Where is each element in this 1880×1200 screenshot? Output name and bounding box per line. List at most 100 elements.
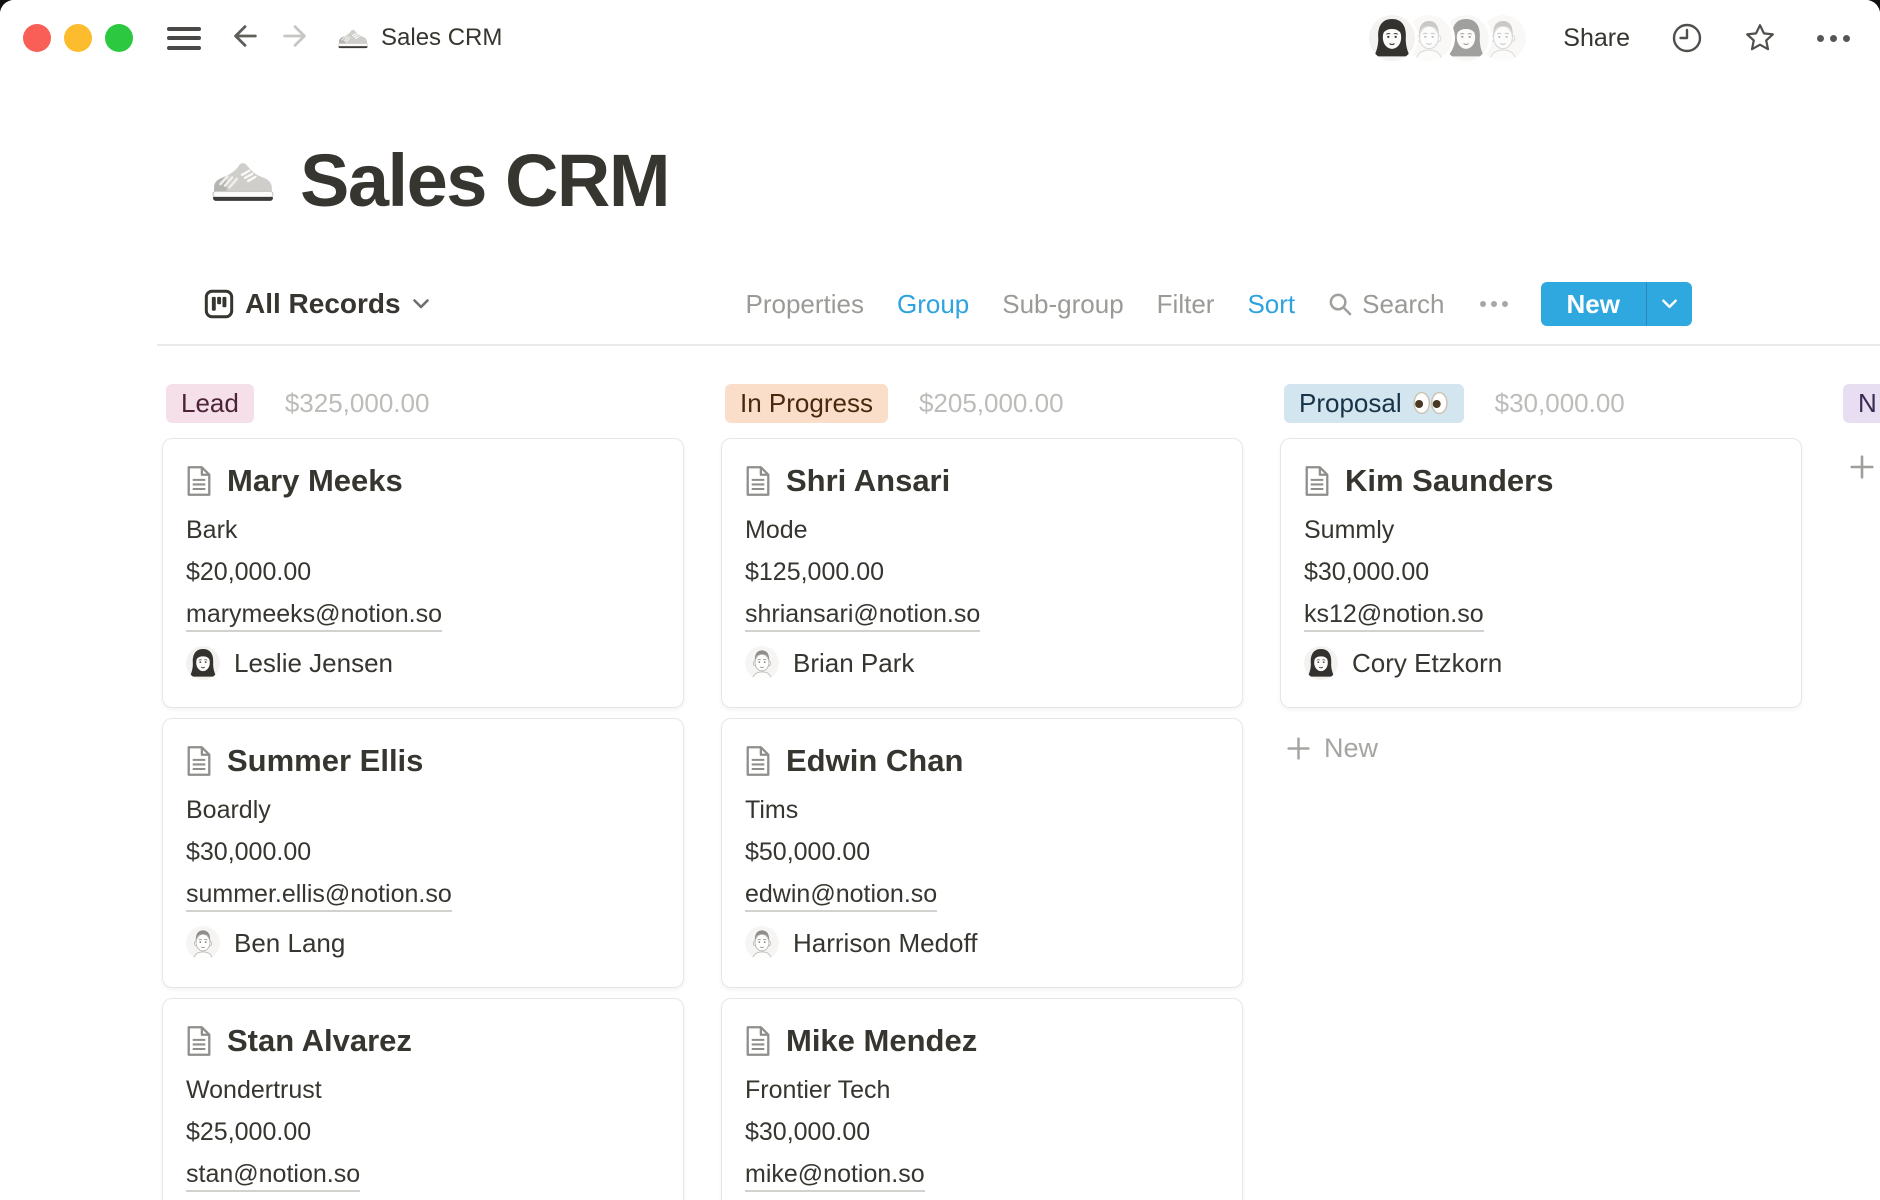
- male-avatar: [745, 926, 779, 960]
- subgroup-button[interactable]: Sub-group: [1002, 289, 1123, 320]
- plus-icon: [1849, 454, 1875, 480]
- record-card[interactable]: Stan Alvarez Wondertrust $25,000.00 stan…: [162, 998, 684, 1200]
- status-badge[interactable]: In Progress: [725, 384, 888, 423]
- company-field: Summly: [1304, 515, 1778, 545]
- amount-field: $25,000.00: [186, 1117, 660, 1147]
- plus-icon: [1286, 736, 1311, 761]
- traffic-lights: [23, 24, 133, 52]
- nav-forward-button[interactable]: [279, 21, 311, 56]
- status-badge[interactable]: N: [1843, 384, 1880, 423]
- owner-name: Leslie Jensen: [234, 648, 393, 679]
- group-button[interactable]: Group: [897, 289, 969, 320]
- favorite-star-icon[interactable]: [1744, 22, 1776, 54]
- new-record-button[interactable]: New: [1541, 282, 1692, 326]
- column-sum: $30,000.00: [1495, 388, 1625, 419]
- page-icon: [745, 1025, 771, 1057]
- card-title: Summer Ellis: [227, 743, 423, 779]
- page-icon: [745, 465, 771, 497]
- card-title: Edwin Chan: [786, 743, 963, 779]
- owner-row: Ben Lang: [186, 926, 660, 960]
- amount-field: $50,000.00: [745, 837, 1219, 867]
- page-icon: [186, 465, 212, 497]
- column-header: In Progress $205,000.00: [721, 368, 1243, 438]
- card-title: Kim Saunders: [1345, 463, 1553, 499]
- close-window-button[interactable]: [23, 24, 51, 52]
- search-button[interactable]: Search: [1328, 289, 1444, 320]
- add-card-button[interactable]: [1849, 454, 1880, 485]
- record-card[interactable]: Kim Saunders Summly $30,000.00 ks12@noti…: [1280, 438, 1802, 708]
- properties-button[interactable]: Properties: [745, 289, 864, 320]
- toolbar-divider: [157, 344, 1880, 346]
- minimize-window-button[interactable]: [64, 24, 92, 52]
- card-title: Mary Meeks: [227, 463, 403, 499]
- add-card-button[interactable]: New: [1286, 733, 1802, 764]
- owner-row: Harrison Medoff: [745, 926, 1219, 960]
- page-icon: [186, 1025, 212, 1057]
- chevron-down-icon: [1661, 298, 1678, 310]
- record-card[interactable]: Summer Ellis Boardly $30,000.00 summer.e…: [162, 718, 684, 988]
- sort-button[interactable]: Sort: [1247, 289, 1295, 320]
- badge-label: Proposal: [1299, 388, 1402, 419]
- new-button-label[interactable]: New: [1541, 282, 1646, 326]
- female-avatar: [186, 646, 220, 680]
- page-icon: [745, 745, 771, 777]
- email-link[interactable]: ks12@notion.so: [1304, 600, 1484, 632]
- owner-name: Ben Lang: [234, 928, 345, 959]
- window-topbar: Sales CRM Share: [0, 0, 1880, 76]
- status-badge[interactable]: Proposal: [1284, 384, 1464, 423]
- avatar[interactable]: [1369, 15, 1415, 61]
- sidebar-toggle-icon[interactable]: [167, 27, 201, 50]
- company-field: Boardly: [186, 795, 660, 825]
- zoom-window-button[interactable]: [105, 24, 133, 52]
- email-link[interactable]: edwin@notion.so: [745, 880, 937, 912]
- kanban-column-in-progress: In Progress $205,000.00 Shri Ansari Mode…: [721, 368, 1243, 1200]
- view-switcher[interactable]: All Records: [204, 288, 430, 320]
- male-avatar: [745, 646, 779, 680]
- company-field: Bark: [186, 515, 660, 545]
- amount-field: $20,000.00: [186, 557, 660, 587]
- owner-row: Brian Park: [745, 646, 1219, 680]
- male-avatar: [186, 926, 220, 960]
- app-window: Sales CRM Share Sales CRM All: [0, 0, 1880, 1200]
- female-avatar: [1304, 646, 1338, 680]
- column-header: Proposal $30,000.00: [1280, 368, 1802, 438]
- page-title[interactable]: Sales CRM: [300, 144, 669, 218]
- share-button[interactable]: Share: [1563, 24, 1630, 53]
- filter-button[interactable]: Filter: [1157, 289, 1215, 320]
- chevron-down-icon: [412, 298, 430, 310]
- record-card[interactable]: Shri Ansari Mode $125,000.00 shriansari@…: [721, 438, 1243, 708]
- sneaker-icon[interactable]: [210, 157, 276, 218]
- email-link[interactable]: mike@notion.so: [745, 1160, 925, 1192]
- email-link[interactable]: shriansari@notion.so: [745, 600, 980, 632]
- breadcrumb[interactable]: Sales CRM: [337, 24, 502, 52]
- owner-name: Cory Etzkorn: [1352, 648, 1502, 679]
- presence-avatars[interactable]: [1369, 15, 1526, 61]
- eyes-emoji-icon: [1412, 391, 1449, 415]
- view-more-icon[interactable]: [1480, 301, 1508, 307]
- topbar-actions: Share: [1369, 15, 1850, 61]
- record-card[interactable]: Edwin Chan Tims $50,000.00 edwin@notion.…: [721, 718, 1243, 988]
- sneaker-icon: [337, 26, 369, 50]
- more-options-icon[interactable]: [1817, 35, 1850, 42]
- page-icon: [186, 745, 212, 777]
- updates-clock-icon[interactable]: [1671, 22, 1703, 54]
- email-link[interactable]: stan@notion.so: [186, 1160, 360, 1192]
- status-badge[interactable]: Lead: [166, 384, 254, 423]
- card-title: Stan Alvarez: [227, 1023, 412, 1059]
- nav-back-button[interactable]: [229, 21, 261, 56]
- kanban-column-clipped: N: [1839, 368, 1880, 1200]
- amount-field: $30,000.00: [186, 837, 660, 867]
- view-name: All Records: [245, 288, 401, 320]
- card-title: Mike Mendez: [786, 1023, 977, 1059]
- email-link[interactable]: summer.ellis@notion.so: [186, 880, 452, 912]
- page-icon: [1304, 465, 1330, 497]
- kanban-column-proposal: Proposal $30,000.00 Kim Saunders Summly …: [1280, 368, 1802, 1200]
- column-sum: $205,000.00: [919, 388, 1064, 419]
- email-link[interactable]: marymeeks@notion.so: [186, 600, 442, 632]
- record-card[interactable]: Mike Mendez Frontier Tech $30,000.00 mik…: [721, 998, 1243, 1200]
- new-button-dropdown[interactable]: [1647, 282, 1692, 326]
- record-card[interactable]: Mary Meeks Bark $20,000.00 marymeeks@not…: [162, 438, 684, 708]
- column-sum: $325,000.00: [285, 388, 430, 419]
- owner-name: Harrison Medoff: [793, 928, 978, 959]
- company-field: Mode: [745, 515, 1219, 545]
